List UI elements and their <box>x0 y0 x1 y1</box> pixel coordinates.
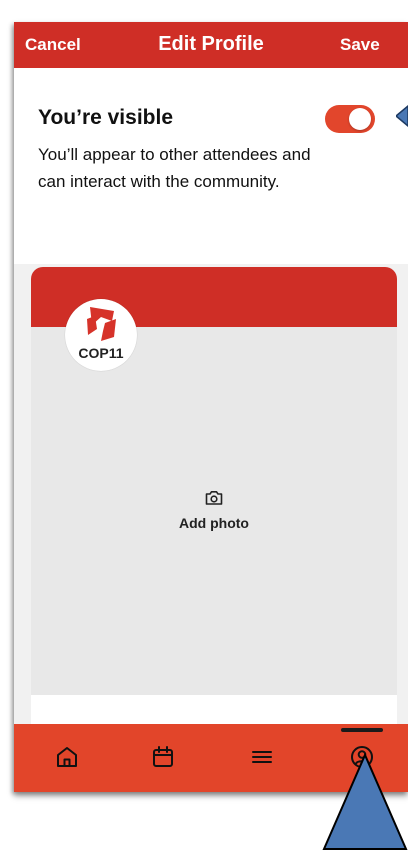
home-icon <box>57 747 77 767</box>
tab-menu[interactable] <box>247 742 277 772</box>
cop11-logo: COP11 <box>65 299 137 371</box>
header-bar: Cancel Edit Profile Save <box>14 22 408 68</box>
annotation-arrow-icon <box>396 105 408 127</box>
active-tab-indicator <box>341 728 383 732</box>
calendar-icon <box>153 746 173 767</box>
visibility-description: You’ll appear to other attendees and can… <box>38 145 311 191</box>
phone-screen: Cancel Edit Profile Save You’re visible … <box>14 22 408 792</box>
add-photo-button[interactable]: Add photo <box>31 489 397 533</box>
add-photo-label: Add photo <box>179 515 249 531</box>
tab-calendar[interactable] <box>148 742 178 772</box>
visibility-title: You’re visible <box>38 106 173 129</box>
tab-home[interactable] <box>52 742 82 772</box>
camera-icon <box>205 491 223 505</box>
visibility-toggle[interactable] <box>325 105 375 133</box>
visibility-section: You’re visible You’ll appear to other at… <box>14 68 408 264</box>
logo-text: COP11 <box>78 345 124 361</box>
annotation-triangle-icon <box>322 753 408 850</box>
cop11-logo-mark-icon <box>87 307 116 341</box>
save-button[interactable]: Save <box>340 35 380 55</box>
menu-icon <box>252 751 272 763</box>
profile-card: COP11 Add photo <box>31 267 397 792</box>
toggle-knob <box>349 108 371 130</box>
